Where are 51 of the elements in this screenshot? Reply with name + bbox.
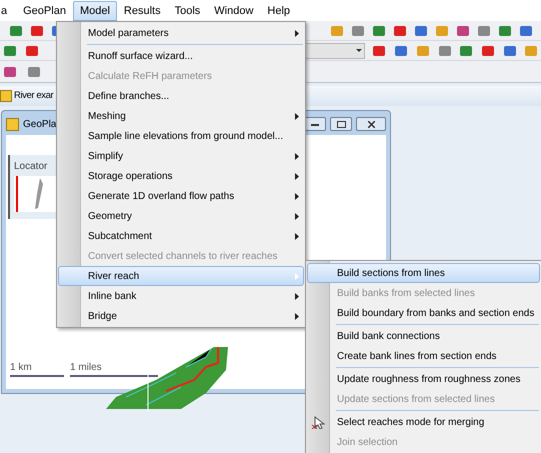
menu-item[interactable]: Tools: [168, 1, 208, 21]
menu-item[interactable]: Meshing: [58, 106, 304, 126]
scale-label: 1 miles: [70, 361, 103, 375]
menu-item[interactable]: Build bank connections: [307, 326, 540, 346]
menu-item[interactable]: Sample line elevations from ground model...: [58, 126, 304, 146]
submenu-arrow-icon: [295, 153, 299, 160]
window-title: GeoPla: [23, 118, 56, 132]
close-button[interactable]: [356, 117, 386, 131]
menu-item[interactable]: Build sections from lines: [307, 263, 540, 283]
menu-item[interactable]: Model: [72, 1, 117, 21]
menu-item[interactable]: a: [0, 1, 16, 21]
menu-item[interactable]: Help: [260, 1, 298, 21]
menu-item[interactable]: Bridge: [58, 306, 304, 326]
menu-item[interactable]: Select reaches mode for merging: [307, 412, 540, 432]
menu-item[interactable]: Storage operations: [58, 166, 304, 186]
map-window-icon: [0, 90, 12, 102]
submenu-arrow-icon: [295, 113, 299, 120]
panel-title: Locator: [14, 160, 48, 174]
menu-item[interactable]: Geometry: [58, 206, 304, 226]
submenu-arrow-icon: [295, 233, 299, 240]
menu-item[interactable]: GeoPlan: [16, 1, 73, 21]
submenu-arrow-icon: [295, 173, 299, 180]
minimize-icon: [311, 122, 319, 126]
menu-item[interactable]: Build boundary from banks and section ends: [307, 303, 540, 323]
menu-item[interactable]: Subcatchment: [58, 226, 304, 246]
minimize-button[interactable]: [304, 117, 326, 131]
menu-item[interactable]: Generate 1D overland flow paths: [58, 186, 304, 206]
map-window-icon: [6, 118, 19, 130]
menu-item[interactable]: Update roughness from roughness zones: [307, 369, 540, 389]
menu-item[interactable]: Inline bank: [58, 286, 304, 306]
document-tab[interactable]: River exar: [14, 88, 54, 104]
pointer-icon: [311, 415, 325, 429]
submenu-arrow-icon: [295, 193, 299, 200]
maximize-icon: [336, 120, 346, 128]
scale-label: 1 km: [10, 361, 33, 375]
maximize-button[interactable]: [330, 117, 352, 131]
submenu-arrow-icon: [295, 273, 299, 280]
caret-icon: [356, 49, 362, 52]
menu-item[interactable]: Results: [116, 1, 168, 21]
menu-item[interactable]: River reach: [58, 266, 304, 286]
menu-item[interactable]: Runoff surface wizard...: [58, 46, 304, 66]
menu-item[interactable]: Create bank lines from section ends: [307, 346, 540, 366]
submenu-arrow-icon: [295, 293, 299, 300]
scale-bar: [10, 375, 64, 377]
submenu-arrow-icon: [295, 30, 299, 37]
menu-item[interactable]: Simplify: [58, 146, 304, 166]
submenu-arrow-icon: [295, 213, 299, 220]
menu-item[interactable]: Define branches...: [58, 86, 304, 106]
menu-item[interactable]: Window: [207, 1, 260, 21]
submenu-arrow-icon: [295, 313, 299, 320]
close-icon: [368, 120, 374, 128]
